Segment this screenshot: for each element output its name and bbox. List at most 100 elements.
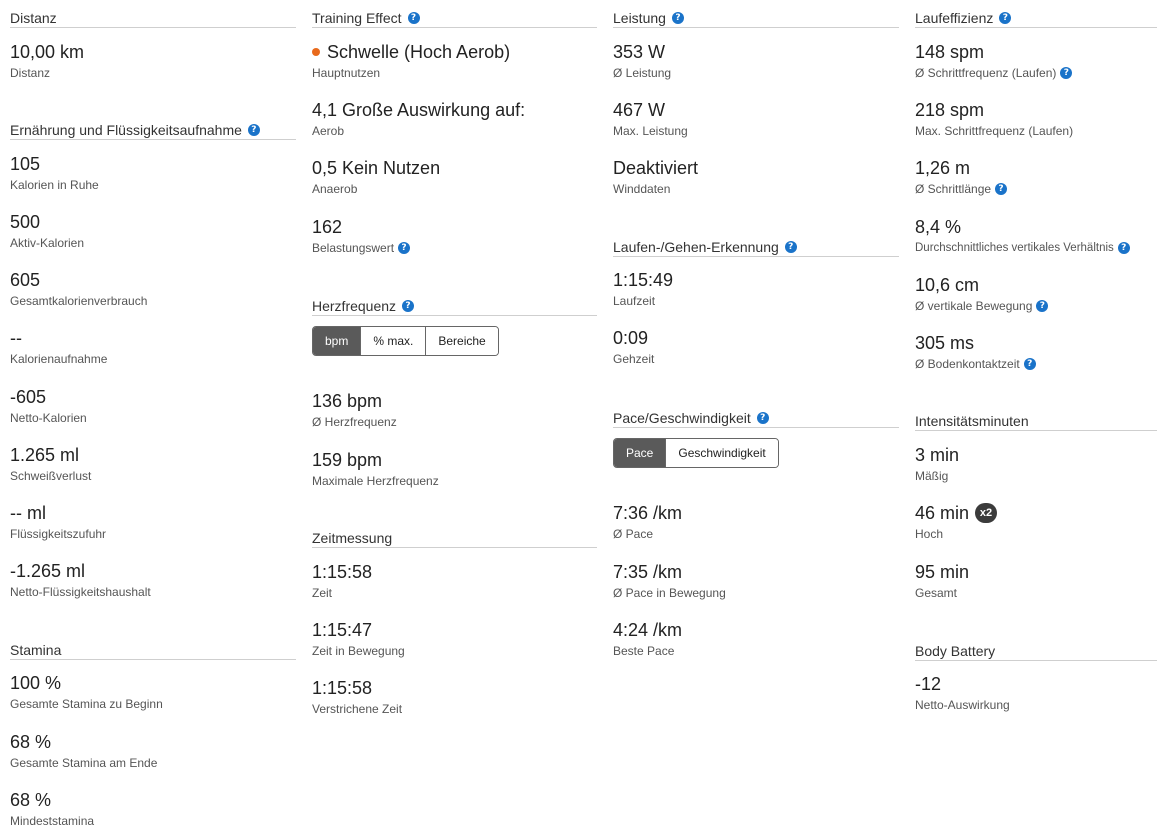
help-icon[interactable]: ? [402,299,415,312]
stat-value: 0,5 Kein Nutzen [312,158,441,178]
help-icon[interactable]: ? [247,123,260,136]
stat-value: 353 W [613,42,666,62]
section-ernaehrung: Ernährung und Flüssigkeitsaufnahme? [10,120,296,140]
stat-label: Netto-Flüssigkeitshaushalt [10,585,151,599]
section-laufeffizienz: Laufeffizienz? [915,8,1157,28]
section-pace: Pace/Geschwindigkeit? [613,408,899,428]
stat-value: 148 spm [915,42,985,62]
toggle-bpm[interactable]: bpm [313,327,361,355]
stat-label: Hoch [915,527,944,541]
stat-value: Schwelle (Hoch Aerob) [312,41,597,63]
status-dot-icon [312,48,320,56]
stat-label: Maximale Herzfrequenz [312,474,439,488]
stat-label: Laufzeit [613,294,656,308]
stat: 1:15:49 Laufzeit [613,269,899,308]
stat: 1,26 m Ø Schrittlänge? [915,157,1157,196]
stat: -605 Netto-Kalorien [10,386,296,425]
help-icon[interactable]: ? [1117,242,1130,254]
stat-label: Ø Pace in Bewegung [613,586,726,600]
stat-label: Flüssigkeitszufuhr [10,527,107,541]
stat-label: Belastungswert? [312,241,597,255]
help-icon[interactable]: ? [1023,358,1036,370]
stat: 7:36 /km Ø Pace [613,502,899,541]
stat-value: -12 [915,674,942,694]
section-title: Laufen-/Gehen-Erkennung? [613,237,899,257]
toggle-percent-max[interactable]: % max. [360,327,426,355]
stat: 10,6 cm Ø vertikale Bewegung? [915,274,1157,313]
stat: 4:24 /km Beste Pace [613,619,899,658]
stat-label: Ø Schrittlänge? [915,182,1157,196]
stat: 8,4 % Durchschnittliches vertikales Verhä… [915,216,1157,255]
section-zeitmessung: Zeitmessung [312,528,597,548]
section-title: Herzfrequenz? [312,296,597,316]
help-icon[interactable]: ? [1060,67,1073,79]
stat: -1.265 ml Netto-Flüssigkeitshaushalt [10,560,296,599]
stat-label: Gesamt [915,586,958,600]
stat-label: Gesamte Stamina am Ende [10,756,158,770]
help-icon[interactable]: ? [407,11,420,24]
help-icon[interactable]: ? [398,242,411,254]
toggle-pace[interactable]: Pace [614,439,666,467]
stat: 305 ms Ø Bodenkontaktzeit? [915,332,1157,371]
stat-label: Ø Bodenkontaktzeit? [915,357,1157,371]
stat: 1:15:58 Verstrichene Zeit [312,677,597,716]
stat-value: 3 min [915,445,960,465]
help-icon[interactable]: ? [1036,300,1049,312]
stat-label: Gesamte Stamina zu Beginn [10,697,163,711]
stat-value: 10,00 km [10,42,85,62]
stat-value: Deaktiviert [613,158,699,178]
section-title: Laufeffizienz? [915,8,1157,28]
column-1: Distanz 10,00 km Distanz Ernährung und Fl… [10,0,296,838]
column-2: Training Effect? Schwelle (Hoch Aerob) Ha… [312,0,597,838]
stat-value: 10,6 cm [915,275,980,295]
section-title: Training Effect? [312,8,597,28]
help-icon[interactable]: ? [995,183,1008,195]
stat-value: 100 % [10,673,62,693]
column-3: Leistung? 353 W Ø Leistung 467 W Max. Leis… [613,0,899,838]
stat: 0:09 Gehzeit [613,327,899,366]
stat-label: Kalorienaufnahme [10,352,108,366]
section-stamina: Stamina [10,640,296,660]
stat-label: Winddaten [613,182,671,196]
stat-label: Schweißverlust [10,469,92,483]
stat-label: Mindeststamina [10,814,95,828]
stat-value: 467 W [613,100,666,120]
stat-value: 305 ms [915,333,975,353]
stat-value: 4,1 Große Auswirkung auf: [312,100,526,120]
stat: 100 % Gesamte Stamina zu Beginn [10,672,296,711]
stat-label: Max. Schrittfrequenz (Laufen) [915,124,1074,138]
stat-label: Distanz [10,66,51,80]
stat: Schwelle (Hoch Aerob) Hauptnutzen [312,41,597,80]
section-title: Body Battery [915,641,1157,661]
stat-value: 500 [10,212,41,232]
stat: 162 Belastungswert? [312,216,597,255]
stat-value: 95 min [915,562,970,582]
stat-label: Gesamtkalorienverbrauch [10,294,148,308]
stat: 3 min Mäßig [915,444,1157,483]
stat: 1:15:47 Zeit in Bewegung [312,619,597,658]
stat: 68 % Mindeststamina [10,789,296,828]
stat: 353 W Ø Leistung [613,41,899,80]
stat-label: Kalorien in Ruhe [10,178,99,192]
help-icon[interactable]: ? [784,240,797,253]
stat-value: 0:09 [613,328,649,348]
stat-value: 7:36 /km [613,503,683,523]
toggle-geschwindigkeit[interactable]: Geschwindigkeit [665,439,778,467]
stat-value: 8,4 % [915,217,962,237]
stat-value: -1.265 ml [10,561,86,581]
help-icon[interactable]: ? [756,411,769,424]
stat-value: 1:15:47 [312,620,373,640]
stat-value: 46 min x2 [915,502,1157,524]
stat-value: 1,26 m [915,158,971,178]
toggle-bereiche[interactable]: Bereiche [425,327,498,355]
stat: 500 Aktiv-Kalorien [10,211,296,250]
stat-value: 1.265 ml [10,445,80,465]
stat-label: Ø Leistung [613,66,672,80]
help-icon[interactable]: ? [999,11,1012,24]
stat: 605 Gesamtkalorienverbrauch [10,269,296,308]
help-icon[interactable]: ? [671,11,684,24]
section-training-effect: Training Effect? [312,8,597,28]
stat-value: -- [10,328,22,348]
stat-value: 1:15:58 [312,562,373,582]
section-title: Stamina [10,640,296,660]
